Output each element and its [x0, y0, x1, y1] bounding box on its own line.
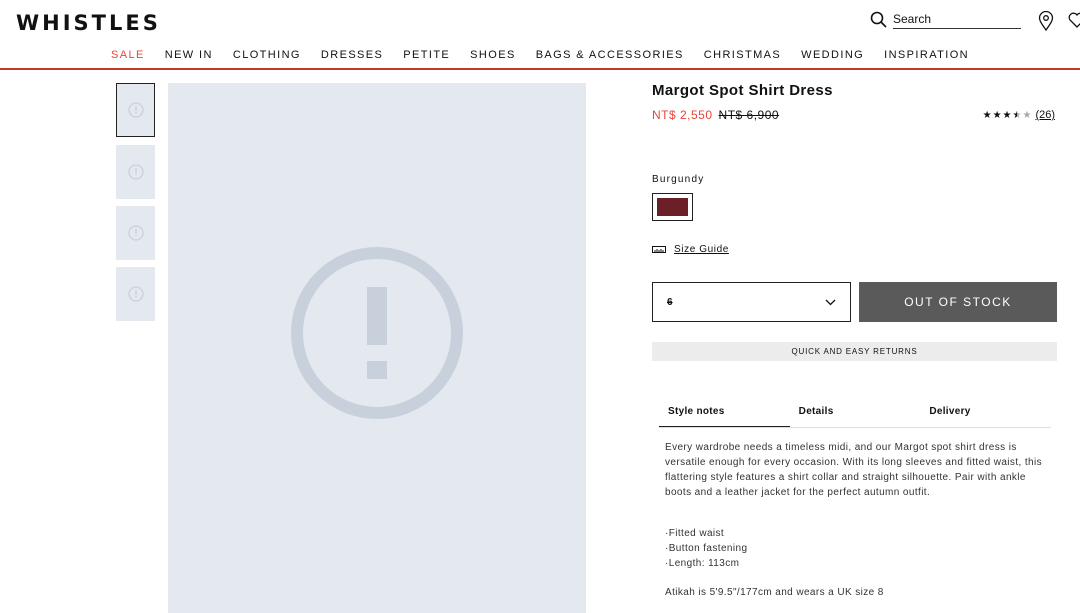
logo[interactable]: WHISTLES [16, 11, 161, 35]
rating[interactable]: ★ ★ ★ ★ ★ (26) [983, 109, 1055, 121]
nav-wedding[interactable]: WEDDING [801, 49, 864, 61]
product-image[interactable] [168, 83, 586, 613]
thumbnail[interactable] [116, 206, 155, 260]
thumbnail[interactable] [116, 267, 155, 321]
image-error-icon [127, 225, 144, 241]
color-swatch-burgundy[interactable] [652, 193, 693, 221]
size-select[interactable]: 6 [652, 282, 851, 322]
nav-dresses[interactable]: DRESSES [321, 49, 383, 61]
store-locator-icon[interactable] [1038, 11, 1054, 31]
color-name: Burgundy [652, 174, 705, 185]
size-guide-label: Size Guide [674, 244, 729, 255]
sale-price: NT$ 2,550 [652, 108, 713, 122]
thumbnail[interactable] [116, 83, 155, 137]
search-box[interactable] [870, 10, 1021, 29]
star-half-icon: ★ [1012, 109, 1022, 121]
nav-sale[interactable]: SALE [111, 49, 145, 61]
star-full-icon: ★ [1002, 109, 1012, 121]
star-empty-icon: ★ [1022, 109, 1032, 121]
nav-christmas[interactable]: CHRISTMAS [704, 49, 781, 61]
product-description: Every wardrobe needs a timeless midi, an… [665, 442, 1043, 498]
ruler-icon [652, 246, 666, 253]
nav-inspiration[interactable]: INSPIRATION [884, 49, 969, 61]
image-error-icon [127, 286, 144, 302]
price: NT$ 2,550 NT$ 6,900 [652, 108, 779, 122]
main-nav: SALE NEW IN CLOTHING DRESSES PETITE SHOE… [0, 49, 1080, 61]
out-of-stock-button[interactable]: OUT OF STOCK [859, 282, 1057, 322]
star-full-icon: ★ [982, 109, 992, 121]
tab-delivery[interactable]: Delivery [920, 403, 1051, 427]
search-input[interactable] [893, 10, 1021, 29]
nav-new-in[interactable]: NEW IN [165, 49, 213, 61]
image-error-icon [291, 247, 463, 419]
star-full-icon: ★ [992, 109, 1002, 121]
tab-style-notes[interactable]: Style notes [659, 403, 790, 427]
product-tabs: Style notes Details Delivery [659, 403, 1051, 428]
selected-size: 6 [667, 296, 673, 308]
thumbnail[interactable] [116, 145, 155, 199]
review-count[interactable]: (26) [1035, 109, 1055, 121]
nav-divider [0, 68, 1080, 70]
model-info: Atikah is 5'9.5"/177cm and wears a UK si… [665, 587, 884, 598]
product-title: Margot Spot Shirt Dress [652, 82, 833, 99]
feature-item: ·Button fastening [665, 543, 748, 554]
tab-details[interactable]: Details [790, 403, 921, 427]
feature-item: ·Fitted waist [665, 528, 725, 539]
nav-petite[interactable]: PETITE [403, 49, 450, 61]
size-guide-link[interactable]: Size Guide [652, 244, 729, 255]
original-price: NT$ 6,900 [718, 108, 780, 122]
chevron-down-icon [825, 299, 836, 305]
feature-item: ·Length: 113cm [665, 558, 740, 569]
image-error-icon [127, 164, 144, 180]
search-icon [870, 11, 887, 28]
wishlist-icon[interactable] [1068, 11, 1080, 29]
image-error-icon [127, 102, 144, 118]
nav-bags-accessories[interactable]: BAGS & ACCESSORIES [536, 49, 684, 61]
returns-banner: QUICK AND EASY RETURNS [652, 342, 1057, 361]
nav-shoes[interactable]: SHOES [470, 49, 516, 61]
nav-clothing[interactable]: CLOTHING [233, 49, 301, 61]
